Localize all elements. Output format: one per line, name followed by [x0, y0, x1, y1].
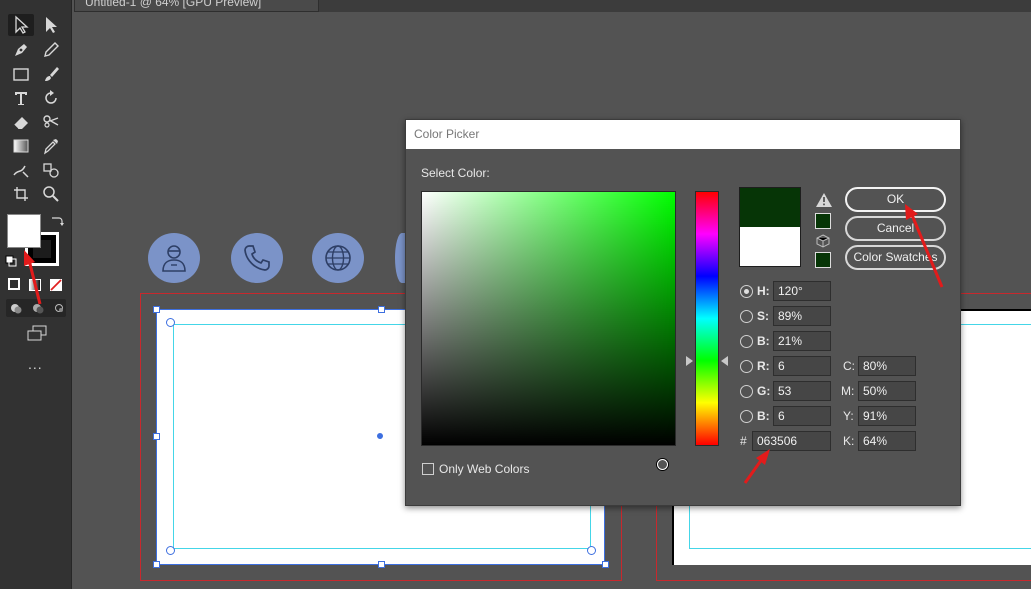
hex-label: # — [740, 434, 747, 448]
resize-handle[interactable] — [378, 561, 385, 568]
selection-tool-icon[interactable] — [8, 14, 34, 36]
yellow-field[interactable]: 91% — [858, 406, 916, 426]
black-label: K: — [843, 434, 855, 448]
gradient-tool-icon[interactable] — [8, 135, 34, 157]
saturation-field[interactable]: 89% — [773, 306, 831, 326]
resize-handle[interactable] — [602, 561, 609, 568]
type-tool-icon[interactable] — [8, 87, 34, 109]
only-web-colors-label[interactable]: Only Web Colors — [439, 462, 529, 476]
pen-tool-icon[interactable] — [8, 39, 34, 61]
red-field[interactable]: 6 — [773, 356, 831, 376]
hex-field[interactable]: 063506 — [752, 431, 831, 451]
swap-fill-stroke-icon[interactable] — [50, 214, 64, 226]
original-color-preview[interactable] — [739, 227, 801, 267]
brightness-label: B: — [757, 334, 770, 348]
hue-slider[interactable] — [695, 191, 719, 446]
out-of-gamut-warning-icon — [816, 193, 832, 207]
phone-icon — [231, 233, 283, 283]
artboard-tool-icon[interactable] — [8, 183, 34, 205]
hue-radio[interactable] — [740, 285, 753, 298]
yellow-label: Y: — [843, 409, 854, 423]
resize-handle[interactable] — [153, 306, 160, 313]
brush-tool-icon[interactable] — [38, 63, 64, 85]
apply-gradient-icon[interactable] — [29, 278, 41, 291]
eyedropper-tool-icon[interactable] — [38, 135, 64, 157]
resize-handle[interactable] — [378, 306, 385, 313]
red-label: R: — [757, 359, 770, 373]
hue-label: H: — [757, 284, 770, 298]
pencil-tool-icon[interactable] — [38, 39, 64, 61]
screen-mode-icon[interactable] — [26, 324, 48, 342]
magenta-field[interactable]: 50% — [858, 381, 916, 401]
frame-center-point — [377, 433, 383, 439]
apply-color-icon[interactable] — [8, 278, 20, 290]
zoom-tool-icon[interactable] — [38, 183, 64, 205]
cyan-field[interactable]: 80% — [858, 356, 916, 376]
web-safe-swatch[interactable] — [815, 252, 831, 268]
new-color-preview — [739, 187, 801, 227]
hue-slider-handle-left[interactable] — [686, 356, 693, 366]
cancel-button[interactable]: Cancel — [845, 216, 946, 241]
fill-color-swatch[interactable] — [7, 214, 41, 248]
resize-handle[interactable] — [153, 561, 160, 568]
blue-field[interactable]: 6 — [773, 406, 831, 426]
hue-slider-handle-right[interactable] — [721, 356, 728, 366]
gamut-correction-swatch[interactable] — [815, 213, 831, 229]
hue-field[interactable]: 120° — [773, 281, 831, 301]
eraser-tool-icon[interactable] — [8, 111, 34, 133]
brightness-field[interactable]: 21% — [773, 331, 831, 351]
blue-label: B: — [757, 409, 770, 423]
rectangle-frame-tool-icon[interactable] — [8, 63, 34, 85]
cyan-label: C: — [843, 359, 855, 373]
blue-radio[interactable] — [740, 410, 753, 423]
rotate-tool-icon[interactable] — [38, 87, 64, 109]
green-field[interactable]: 53 — [773, 381, 831, 401]
corner-option-handle[interactable] — [166, 546, 175, 555]
corner-option-handle[interactable] — [587, 546, 596, 555]
only-web-colors-checkbox[interactable] — [422, 463, 434, 475]
green-label: G: — [757, 384, 771, 398]
globe-icon — [312, 233, 364, 283]
resize-handle[interactable] — [153, 433, 160, 440]
more-tools-icon[interactable]: ... — [28, 356, 43, 372]
tools-panel: ... — [0, 0, 72, 589]
screen-mode-group — [6, 299, 66, 317]
saturation-radio[interactable] — [740, 310, 753, 323]
color-cursor[interactable] — [657, 459, 668, 470]
scissors-tool-icon[interactable] — [38, 111, 64, 133]
red-radio[interactable] — [740, 360, 753, 373]
web-safe-warning-icon — [816, 234, 830, 248]
green-radio[interactable] — [740, 385, 753, 398]
default-fill-stroke-icon[interactable] — [5, 254, 17, 267]
apply-none-icon[interactable] — [50, 278, 62, 291]
ok-button[interactable]: OK — [845, 187, 946, 212]
select-color-label: Select Color: — [421, 166, 490, 180]
magenta-label: M: — [841, 384, 855, 398]
saturation-brightness-field[interactable] — [421, 191, 676, 470]
brightness-radio[interactable] — [740, 335, 753, 348]
direct-selection-tool-icon[interactable] — [38, 14, 64, 36]
saturation-label: S: — [757, 309, 769, 323]
dialog-title: Color Picker — [406, 120, 960, 149]
user-icon — [148, 233, 200, 283]
document-tab[interactable]: Untitled-1 @ 64% [GPU Preview] — [74, 0, 319, 12]
color-picker-dialog: Color Picker Select Color: OK Cancel Col… — [405, 119, 961, 506]
black-field[interactable]: 64% — [858, 431, 916, 451]
shape-builder-tool-icon[interactable] — [38, 159, 64, 181]
corner-option-handle[interactable] — [166, 318, 175, 327]
free-transform-tool-icon[interactable] — [8, 159, 34, 181]
color-swatches-button[interactable]: Color Swatches — [845, 245, 946, 270]
